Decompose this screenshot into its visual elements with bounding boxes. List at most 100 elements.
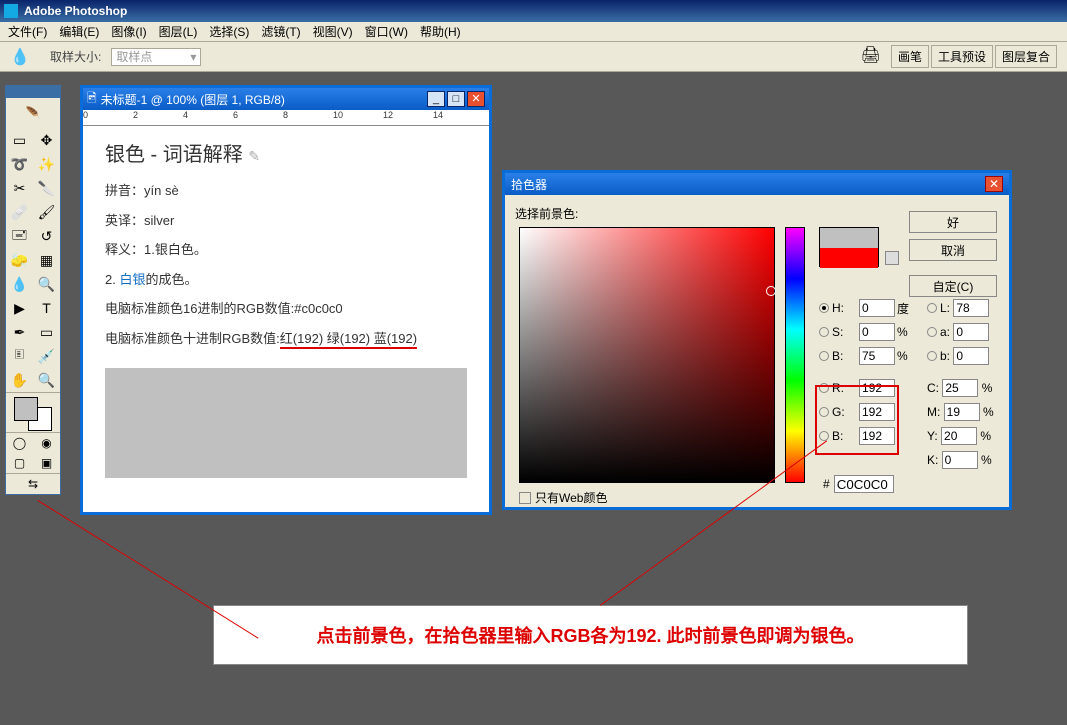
input-k[interactable] bbox=[942, 451, 978, 469]
input-y[interactable] bbox=[941, 427, 977, 445]
eraser-tool[interactable]: 🧽 bbox=[6, 248, 33, 272]
cancel-button[interactable]: 取消 bbox=[909, 239, 997, 261]
horizontal-ruler: 02468101214 bbox=[83, 110, 489, 126]
radio-h[interactable] bbox=[819, 303, 829, 313]
history-brush-tool[interactable]: ↺ bbox=[33, 224, 60, 248]
move-tool[interactable]: ✥ bbox=[33, 128, 60, 152]
path-select-tool[interactable]: ▶ bbox=[6, 296, 33, 320]
color-field[interactable] bbox=[519, 227, 775, 483]
photoshop-icon bbox=[4, 4, 18, 18]
maximize-button[interactable]: □ bbox=[447, 91, 465, 107]
radio-rgb-b[interactable] bbox=[819, 431, 829, 441]
radio-a[interactable] bbox=[927, 327, 937, 337]
input-bv[interactable] bbox=[859, 347, 895, 365]
input-l[interactable] bbox=[953, 299, 989, 317]
dodge-tool[interactable]: 🔍 bbox=[33, 272, 60, 296]
marquee-tool[interactable]: ▭ bbox=[6, 128, 33, 152]
link-baiyin[interactable]: 白银 bbox=[119, 272, 145, 287]
palette-handle[interactable] bbox=[6, 86, 60, 98]
screen-mode-1[interactable]: ▢ bbox=[6, 453, 33, 473]
eyedropper-icon[interactable]: 💧 bbox=[10, 47, 30, 67]
menu-help[interactable]: 帮助(H) bbox=[414, 21, 467, 42]
menu-filter[interactable]: 滤镜(T) bbox=[255, 21, 306, 42]
minimize-button[interactable]: _ bbox=[427, 91, 445, 107]
input-lab-b[interactable] bbox=[953, 347, 989, 365]
radio-b[interactable] bbox=[819, 351, 829, 361]
sample-size-dropdown[interactable]: 取样点 ▾ bbox=[111, 48, 201, 66]
slice-tool[interactable]: 🔪 bbox=[33, 176, 60, 200]
eyedropper-tool[interactable]: 💉 bbox=[33, 344, 60, 368]
tab-layer-comps[interactable]: 图层复合 bbox=[995, 45, 1057, 68]
menu-layer[interactable]: 图层(L) bbox=[153, 21, 204, 42]
type-tool[interactable]: T bbox=[33, 296, 60, 320]
text-english: 英译：silver bbox=[105, 211, 467, 231]
hue-slider[interactable] bbox=[785, 227, 805, 483]
hex-input[interactable] bbox=[834, 475, 894, 493]
blur-tool[interactable]: 💧 bbox=[6, 272, 33, 296]
quickmask-mode[interactable]: ◉ bbox=[33, 433, 60, 453]
menu-select[interactable]: 选择(S) bbox=[203, 21, 255, 42]
radio-r[interactable] bbox=[819, 383, 829, 393]
zoom-tool[interactable]: 🔍 bbox=[33, 368, 60, 392]
custom-button[interactable]: 自定(C) bbox=[909, 275, 997, 297]
input-g[interactable] bbox=[859, 403, 895, 421]
hand-tool[interactable]: ✋ bbox=[6, 368, 33, 392]
text-meaning2: 2. 白银的成色。 bbox=[105, 270, 467, 290]
radio-l[interactable] bbox=[927, 303, 937, 313]
tab-brushes[interactable]: 画笔 bbox=[891, 45, 929, 68]
hex-label: # bbox=[823, 477, 830, 491]
picker-close-button[interactable]: ✕ bbox=[985, 176, 1003, 192]
close-button[interactable]: ✕ bbox=[467, 91, 485, 107]
input-h[interactable] bbox=[859, 299, 895, 317]
shape-tool[interactable]: ▭ bbox=[33, 320, 60, 344]
tab-tool-presets[interactable]: 工具预设 bbox=[931, 45, 993, 68]
palette-well: 🖨 画笔 工具预设 图层复合 bbox=[861, 45, 1057, 68]
canvas-content: 银色 - 词语解释 ✎ 拼音：yín sè 英译：silver 释义：1.银白色… bbox=[83, 126, 489, 490]
menu-bar: 文件(F) 编辑(E) 图像(I) 图层(L) 选择(S) 滤镜(T) 视图(V… bbox=[0, 22, 1067, 42]
palette-well-icon[interactable]: 🖨 bbox=[861, 45, 881, 68]
ok-button[interactable]: 好 bbox=[909, 211, 997, 233]
jump-to-imageready[interactable]: ⇆ bbox=[6, 473, 60, 494]
web-only-checkbox[interactable] bbox=[519, 492, 531, 504]
magic-wand-tool[interactable]: ✨ bbox=[33, 152, 60, 176]
text-hex-line: 电脑标准颜色16进制的RGB数值:#c0c0c0 bbox=[105, 299, 467, 319]
chevron-down-icon: ▾ bbox=[190, 50, 196, 64]
color-swatches bbox=[6, 392, 60, 432]
input-rgb-b[interactable] bbox=[859, 427, 895, 445]
input-m[interactable] bbox=[944, 403, 980, 421]
brush-tool[interactable]: 🖌 bbox=[33, 200, 60, 224]
notes-tool[interactable]: 🗉 bbox=[6, 344, 33, 368]
pen-tool[interactable]: ✒ bbox=[6, 320, 33, 344]
foreground-color-swatch[interactable] bbox=[14, 397, 38, 421]
menu-edit[interactable]: 编辑(E) bbox=[53, 21, 105, 42]
healing-tool[interactable]: 🩹 bbox=[6, 200, 33, 224]
color-picker-dialog: 拾色器 ✕ 选择前景色: 好 取消 自定(C) H: 度 L: S: bbox=[502, 170, 1012, 510]
app-titlebar: Adobe Photoshop bbox=[0, 0, 1067, 22]
radio-s[interactable] bbox=[819, 327, 829, 337]
page-title: 银色 - 词语解释 ✎ bbox=[105, 138, 467, 167]
menu-window[interactable]: 窗口(W) bbox=[359, 21, 414, 42]
current-color bbox=[820, 248, 878, 268]
tool-palette: 🪶 ▭ ✥ ➰ ✨ ✂ 🔪 🩹 🖌 🖃 ↺ 🧽 ▦ 💧 🔍 ▶ T ✒ ▭ 🗉 … bbox=[5, 85, 61, 495]
gradient-tool[interactable]: ▦ bbox=[33, 248, 60, 272]
radio-lab-b[interactable] bbox=[927, 351, 937, 361]
input-s[interactable] bbox=[859, 323, 895, 341]
menu-image[interactable]: 图像(I) bbox=[105, 21, 152, 42]
gamut-warning-icon[interactable] bbox=[885, 251, 899, 265]
annotation-box: 点击前景色，在拾色器里输入RGB各为192. 此时前景色即调为银色。 bbox=[213, 605, 968, 665]
silver-color-block bbox=[105, 368, 467, 478]
app-title: Adobe Photoshop bbox=[24, 4, 127, 18]
radio-g[interactable] bbox=[819, 407, 829, 417]
input-r[interactable] bbox=[859, 379, 895, 397]
document-titlebar[interactable]: 🖻 未标题-1 @ 100% (图层 1, RGB/8) _ □ ✕ bbox=[83, 88, 489, 110]
stamp-tool[interactable]: 🖃 bbox=[6, 224, 33, 248]
input-a[interactable] bbox=[953, 323, 989, 341]
menu-file[interactable]: 文件(F) bbox=[2, 21, 53, 42]
lasso-tool[interactable]: ➰ bbox=[6, 152, 33, 176]
input-c[interactable] bbox=[942, 379, 978, 397]
picker-titlebar[interactable]: 拾色器 ✕ bbox=[505, 173, 1009, 195]
screen-mode-2[interactable]: ▣ bbox=[33, 453, 60, 473]
standard-mode[interactable]: ◯ bbox=[6, 433, 33, 453]
menu-view[interactable]: 视图(V) bbox=[307, 21, 359, 42]
crop-tool[interactable]: ✂ bbox=[6, 176, 33, 200]
